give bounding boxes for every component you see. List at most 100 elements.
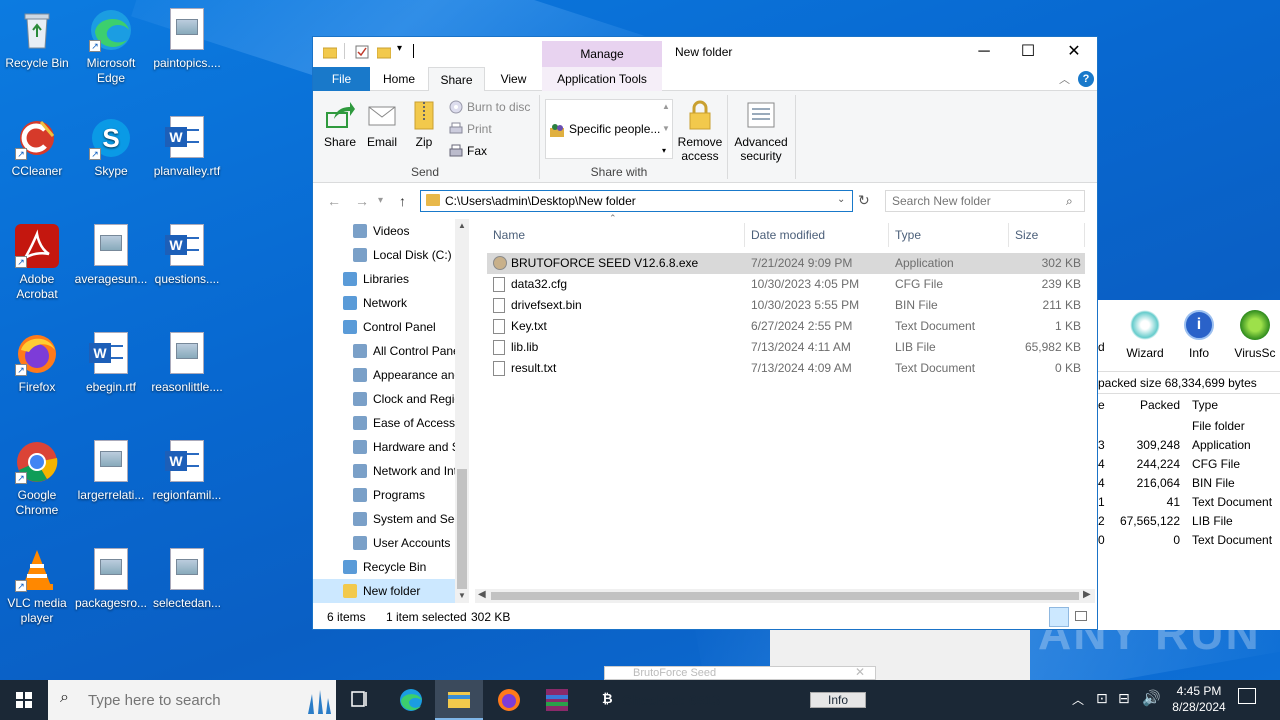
taskbar-search-box[interactable]: ⌕ <box>48 680 336 720</box>
recent-locations-icon[interactable]: ▾ <box>378 195 383 206</box>
virus-scan-button[interactable]: VirusSc <box>1226 308 1280 360</box>
desktop-icon-ebegin[interactable]: W ebegin.rtf <box>73 332 149 395</box>
manage-context-tab[interactable]: Manage <box>542 41 662 67</box>
desktop-icon-largerrelati[interactable]: largerrelati... <box>73 440 149 503</box>
details-view-icon[interactable] <box>1049 607 1069 627</box>
new-folder-icon[interactable] <box>376 45 392 59</box>
nav-item[interactable]: New folder <box>313 579 455 603</box>
large-icons-view-icon[interactable] <box>1075 611 1087 621</box>
taskbar-edge[interactable] <box>387 680 435 720</box>
gallery-up-icon[interactable]: ▲ <box>662 102 670 111</box>
nav-item[interactable]: User Accounts <box>313 531 455 555</box>
taskbar-firefox[interactable] <box>485 680 533 720</box>
column-header-name[interactable]: Name <box>487 223 745 247</box>
minimize-button[interactable]: ─ <box>961 37 1007 67</box>
taskbar-winrar[interactable] <box>533 680 581 720</box>
desktop-icon-regionfamil[interactable]: W regionfamil... <box>149 440 225 503</box>
specific-people-item[interactable]: Specific people... <box>569 122 660 136</box>
file-row[interactable]: data32.cfg 10/30/2023 4:05 PM CFG File 239 … <box>487 274 1085 295</box>
column-header-type[interactable]: Type <box>889 223 1009 247</box>
up-button[interactable]: ↑ <box>399 193 406 209</box>
remove-access-button[interactable]: Remove access <box>675 99 725 163</box>
scrollbar-thumb[interactable] <box>491 592 1079 600</box>
zip-button[interactable]: Zip <box>407 99 441 149</box>
scroll-left-icon[interactable]: ◀ <box>478 589 486 600</box>
forward-button[interactable]: → <box>355 193 369 209</box>
taskbar-file-explorer[interactable] <box>435 680 483 720</box>
desktop-icon-packagesro[interactable]: packagesro... <box>73 548 149 611</box>
address-dropdown-icon[interactable]: ⌄ <box>837 194 845 205</box>
notifications-icon[interactable] <box>1238 688 1256 704</box>
desktop-icon-ccleaner[interactable]: ↗ CCleaner <box>0 116 75 179</box>
nav-item[interactable]: Local Disk (C:) <box>313 243 455 267</box>
tab-share[interactable]: Share <box>428 67 485 92</box>
collapse-ribbon-icon[interactable]: ︿ <box>1059 71 1070 87</box>
burn-to-disc-button[interactable]: Burn to disc <box>449 97 530 117</box>
system-tray-icon[interactable]: ⊡ <box>1096 690 1108 707</box>
search-input[interactable] <box>892 191 1062 211</box>
wizard-button[interactable]: Wizard <box>1116 308 1174 360</box>
desktop-icon-paintopics[interactable]: paintopics.... <box>149 8 225 71</box>
start-button[interactable] <box>0 680 48 720</box>
file-row[interactable]: drivefsext.bin 10/30/2023 5:55 PM BIN File… <box>487 295 1085 316</box>
taskbar-search-input[interactable] <box>88 689 288 711</box>
info-button[interactable]: i Info <box>1170 308 1228 360</box>
tab-home[interactable]: Home <box>371 67 427 91</box>
address-bar[interactable]: ⌄ <box>420 190 853 212</box>
task-view-button[interactable] <box>336 680 384 720</box>
desktop-icon-planvalley[interactable]: W planvalley.rtf <box>149 116 225 179</box>
scrollbar-thumb[interactable] <box>457 469 467 589</box>
nav-item[interactable]: Libraries <box>313 267 455 291</box>
close-icon[interactable]: ✕ <box>855 667 865 679</box>
file-row[interactable]: result.txt 7/13/2024 4:09 AM Text Document… <box>487 358 1085 379</box>
nav-item[interactable]: Clock and Region <box>313 387 455 411</box>
nav-item[interactable]: All Control Panel Items <box>313 339 455 363</box>
desktop-icon-recycle-bin[interactable]: Recycle Bin <box>0 8 75 71</box>
search-box[interactable]: ⌕ <box>885 190 1085 212</box>
help-icon[interactable]: ? <box>1078 71 1094 87</box>
file-row[interactable]: Key.txt 6/27/2024 2:55 PM Text Document 1 K… <box>487 316 1085 337</box>
properties-icon[interactable] <box>355 45 369 59</box>
fax-button[interactable]: Fax <box>449 141 487 161</box>
email-button[interactable]: Email <box>363 99 401 149</box>
nav-item[interactable]: Hardware and Sound <box>313 435 455 459</box>
nav-item[interactable]: Videos <box>313 219 455 243</box>
desktop-icon-averagesun[interactable]: averagesun... <box>73 224 149 287</box>
tab-application-tools[interactable]: Application Tools <box>542 67 662 91</box>
address-input[interactable] <box>445 191 825 211</box>
nav-item[interactable]: Network <box>313 291 455 315</box>
desktop-icon-questions[interactable]: W questions.... <box>149 224 225 287</box>
nav-item[interactable]: Control Panel <box>313 315 455 339</box>
advanced-security-button[interactable]: Advanced security <box>731 99 791 163</box>
desktop-icon-firefox[interactable]: ↗ Firefox <box>0 332 75 395</box>
tab-file[interactable]: File <box>313 67 370 91</box>
tab-view[interactable]: View <box>486 67 541 91</box>
nav-item[interactable]: Ease of Access <box>313 411 455 435</box>
info-button[interactable]: Info <box>810 692 866 708</box>
nav-item[interactable]: Network and Internet <box>313 459 455 483</box>
nav-item[interactable]: Appearance and Personalization <box>313 363 455 387</box>
column-header-date-modified[interactable]: Date modified <box>745 223 889 247</box>
desktop-icon-skype[interactable]: S ↗ Skype <box>73 116 149 179</box>
network-icon[interactable]: ⊟ <box>1118 690 1130 707</box>
scroll-up-icon[interactable]: ▲ <box>458 221 466 230</box>
scroll-down-icon[interactable]: ▼ <box>458 591 466 600</box>
gallery-more-icon[interactable]: ▾ <box>662 146 666 155</box>
nav-item[interactable]: Programs <box>313 483 455 507</box>
file-row[interactable]: lib.lib 7/13/2024 4:11 AM LIB File 65,982 K… <box>487 337 1085 358</box>
desktop-icon-vlc[interactable]: ↗ VLC media player <box>0 548 75 626</box>
share-with-gallery[interactable]: Specific people... ▲ ▼ ▾ <box>545 99 673 159</box>
desktop-icon-google-chrome[interactable]: ↗ Google Chrome <box>0 440 75 518</box>
back-button[interactable]: ← <box>327 193 341 209</box>
show-hidden-icons[interactable]: ︿ <box>1072 691 1084 708</box>
maximize-button[interactable]: ☐ <box>1005 37 1051 67</box>
scroll-right-icon[interactable]: ▶ <box>1083 589 1091 600</box>
desktop-icon-adobe-acrobat[interactable]: ↗ Adobe Acrobat <box>0 224 75 302</box>
desktop-icon-selectedan[interactable]: selectedan... <box>149 548 225 611</box>
quick-access-dropdown-icon[interactable]: ▾ <box>397 43 402 54</box>
print-button[interactable]: Print <box>449 119 492 139</box>
gallery-down-icon[interactable]: ▼ <box>662 124 670 133</box>
clock[interactable]: 4:45 PM 8/28/2024 <box>1164 683 1234 715</box>
column-header-size[interactable]: Size <box>1009 223 1085 247</box>
nav-item[interactable]: System and Security <box>313 507 455 531</box>
